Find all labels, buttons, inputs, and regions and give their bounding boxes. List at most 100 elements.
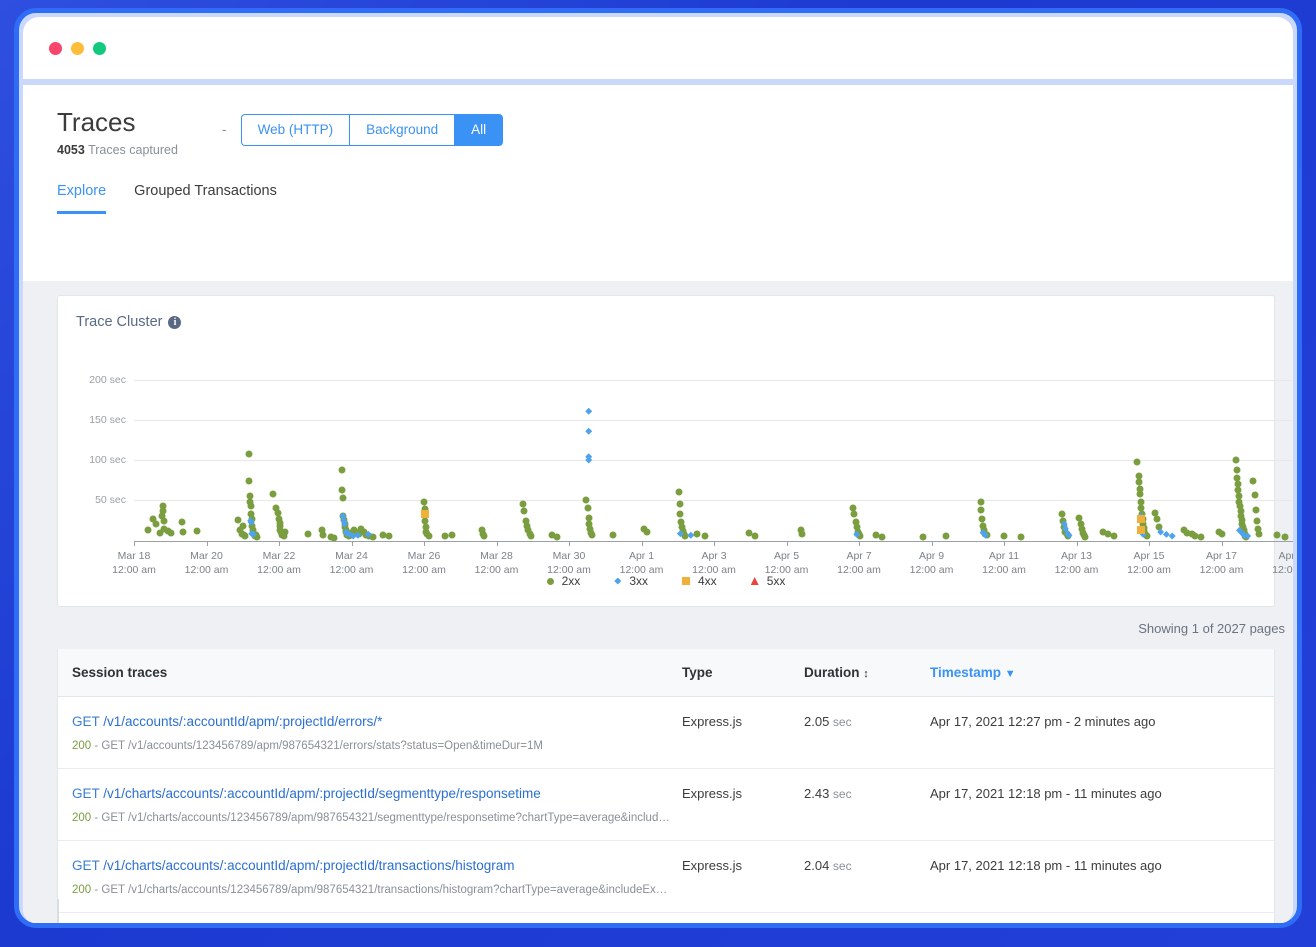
data-point-2xx[interactable] [751,533,758,540]
data-point-2xx[interactable] [583,497,590,504]
x-axis-tick [424,541,425,546]
data-point-2xx[interactable] [701,533,708,540]
x-axis: Mar 1812:00 amMar 2012:00 amMar 2212:00 … [134,541,1293,542]
data-point-2xx[interactable] [153,521,160,528]
gridline [134,380,1293,381]
table-row[interactable]: GET /v1/accounts/:accountId/apm/:project… [58,697,1274,769]
y-axis-tick-label: 200 sec [89,374,126,386]
column-header-timestamp[interactable]: Timestamp ▼ [930,665,1274,680]
data-point-2xx[interactable] [1219,531,1226,538]
filter-button-background[interactable]: Background [349,114,454,146]
data-point-3xx[interactable] [585,428,592,435]
data-point-2xx[interactable] [339,487,346,494]
data-point-2xx[interactable] [245,450,252,457]
data-point-4xx[interactable] [421,510,429,518]
legend-item-4xx[interactable]: 4xx [682,574,717,588]
data-point-2xx[interactable] [1233,466,1240,473]
data-point-2xx[interactable] [879,533,886,540]
data-point-2xx[interactable] [520,508,527,515]
tab-explore[interactable]: Explore [57,183,106,214]
data-point-2xx[interactable] [144,527,151,534]
data-point-2xx[interactable] [978,506,985,513]
data-point-2xx[interactable] [676,501,683,508]
data-point-2xx[interactable] [554,533,561,540]
data-point-2xx[interactable] [584,505,591,512]
data-point-2xx[interactable] [1018,533,1025,540]
column-header-duration[interactable]: Duration ↕ [804,665,930,680]
minimize-window-button[interactable] [71,42,84,55]
data-point-2xx[interactable] [270,491,277,498]
data-point-2xx[interactable] [1256,530,1263,537]
data-point-2xx[interactable] [1273,532,1280,539]
data-point-2xx[interactable] [693,530,700,537]
table-row[interactable]: GET /v1/accounts/:accountId/apm/:project… [58,913,1274,925]
trace-link[interactable]: GET /v1/accounts/:accountId/apm/:project… [72,714,682,729]
data-point-2xx[interactable] [943,533,950,540]
data-point-2xx[interactable] [677,511,684,518]
tab-grouped-transactions[interactable]: Grouped Transactions [134,183,277,214]
data-point-3xx[interactable] [585,408,592,415]
data-point-2xx[interactable] [1233,457,1240,464]
data-point-2xx[interactable] [168,529,175,536]
data-point-2xx[interactable] [1253,517,1260,524]
data-point-2xx[interactable] [448,532,455,539]
data-point-2xx[interactable] [1001,533,1008,540]
data-point-2xx[interactable] [247,502,254,509]
data-point-2xx[interactable] [589,532,596,539]
close-window-button[interactable] [49,42,62,55]
data-point-2xx[interactable] [527,533,534,540]
data-point-2xx[interactable] [193,528,200,535]
data-point-2xx[interactable] [1154,516,1161,523]
x-axis-tick [134,541,135,546]
data-point-2xx[interactable] [179,529,186,536]
data-point-2xx[interactable] [320,532,327,539]
data-point-2xx[interactable] [519,501,526,508]
filter-button-all[interactable]: All [454,114,503,146]
trace-link[interactable]: GET /v1/charts/accounts/:accountId/apm/:… [72,786,682,801]
table-row[interactable]: GET /v1/charts/accounts/:accountId/apm/:… [58,769,1274,841]
data-point-4xx[interactable] [1137,515,1145,523]
data-point-2xx[interactable] [161,517,168,524]
data-point-2xx[interactable] [305,530,312,537]
data-point-2xx[interactable] [246,477,253,484]
data-point-2xx[interactable] [1111,533,1118,540]
trace-link[interactable]: GET /v1/charts/accounts/:accountId/apm/:… [72,858,682,873]
data-point-2xx[interactable] [441,533,448,540]
filter-button-web-http[interactable]: Web (HTTP) [241,114,350,146]
data-point-2xx[interactable] [240,522,247,529]
legend-item-3xx[interactable]: 3xx [614,574,648,588]
data-point-2xx[interactable] [281,529,288,536]
data-point-3xx[interactable] [1169,533,1176,540]
data-point-2xx[interactable] [1281,533,1288,540]
data-point-2xx[interactable] [1156,524,1163,531]
column-header-type[interactable]: Type [682,665,804,680]
data-point-2xx[interactable] [643,529,650,536]
data-point-2xx[interactable] [339,495,346,502]
data-point-2xx[interactable] [338,466,345,473]
data-point-2xx[interactable] [425,533,432,540]
data-point-2xx[interactable] [160,508,167,515]
column-header-session-traces[interactable]: Session traces [72,665,682,680]
legend-item-5xx[interactable]: 5xx [751,574,786,588]
maximize-window-button[interactable] [93,42,106,55]
data-point-2xx[interactable] [1137,490,1144,497]
data-point-2xx[interactable] [1082,533,1089,540]
data-point-2xx[interactable] [676,489,683,496]
data-point-4xx[interactable] [1137,526,1145,534]
data-point-2xx[interactable] [919,533,926,540]
data-point-2xx[interactable] [1251,492,1258,499]
data-point-2xx[interactable] [1134,458,1141,465]
data-point-2xx[interactable] [481,533,488,540]
data-point-2xx[interactable] [977,498,984,505]
data-point-2xx[interactable] [178,519,185,526]
table-row[interactable]: GET /v1/charts/accounts/:accountId/apm/:… [58,841,1274,913]
data-point-2xx[interactable] [851,511,858,518]
data-point-2xx[interactable] [242,533,249,540]
data-point-2xx[interactable] [386,533,393,540]
data-point-2xx[interactable] [1252,506,1259,513]
legend-item-2xx[interactable]: 2xx [547,574,581,588]
data-point-2xx[interactable] [799,530,806,537]
data-point-2xx[interactable] [610,532,617,539]
data-point-2xx[interactable] [1198,533,1205,540]
data-point-2xx[interactable] [1250,477,1257,484]
